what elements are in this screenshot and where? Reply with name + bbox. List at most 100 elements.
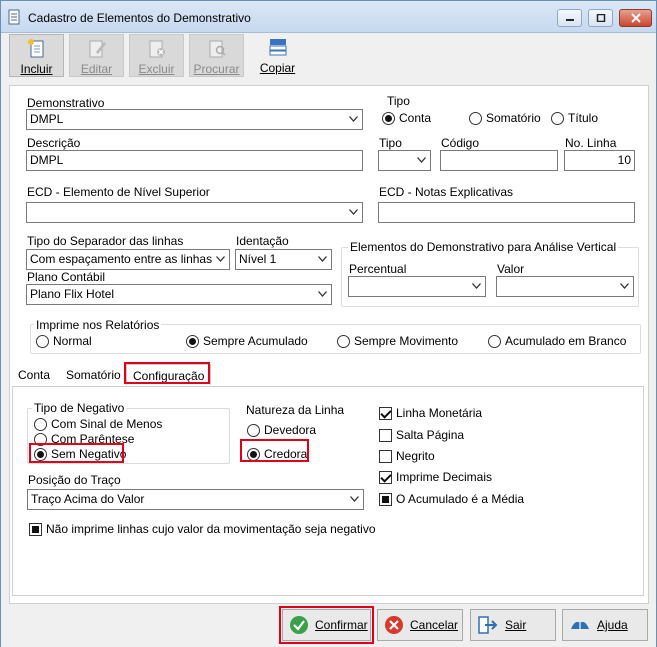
tipo-negativo-group: Tipo de Negativo Com Sinal de Menos Com … (27, 401, 230, 464)
descricao-value: DMPL (30, 153, 64, 167)
descricao-label: Descrição (27, 136, 81, 150)
posicao-traco-label: Posição do Traço (28, 473, 121, 487)
cancelar-button[interactable]: Cancelar (377, 609, 463, 641)
tipo-titulo-radio[interactable]: Título (551, 111, 598, 125)
check-imprime-decimais[interactable]: Imprime Decimais (379, 470, 492, 484)
radio-dot (34, 432, 47, 446)
minimize-button[interactable] (557, 9, 582, 27)
procurar-label: Procurar (193, 62, 240, 76)
incluir-button[interactable]: Incluir (9, 34, 64, 77)
tipo-somatorio-radio[interactable]: Somatório (469, 111, 541, 125)
separador-combo[interactable]: Com espaçamento entre as linhas (26, 249, 230, 270)
tab-conta-label: Conta (18, 368, 51, 382)
toolbar: Incluir Editar Excluir Procurar Copiar (5, 33, 653, 78)
radio-dot (36, 334, 49, 348)
natureza-credora-radio[interactable]: Credora (247, 447, 307, 461)
chevron-down-icon (620, 283, 629, 289)
bottom-button-bar: Confirmar Cancelar Sair Ajuda (1, 605, 656, 647)
tipo-somatorio-label: Somatório (486, 111, 541, 125)
document-icon (8, 9, 20, 25)
excluir-button[interactable]: Excluir (129, 34, 184, 77)
cancel-circle-icon (385, 616, 403, 634)
check-negrito[interactable]: Negrito (379, 449, 435, 463)
nolinha-input[interactable]: 10 (564, 150, 635, 171)
tipo-conta-label: Conta (399, 111, 432, 125)
demonstrativo-combo[interactable]: DMPL (26, 109, 363, 130)
checkbox-box (379, 406, 392, 420)
tipo-group-title: Tipo (387, 94, 410, 108)
imprime-sempre-movimento-radio[interactable]: Sempre Movimento (337, 334, 458, 348)
tab-somatorio[interactable]: Somatório (60, 364, 127, 385)
valor-combo[interactable] (496, 276, 634, 297)
close-icon (630, 13, 641, 23)
check-acumulado-media[interactable]: O Acumulado é a Média (379, 492, 524, 506)
codigo-input[interactable] (440, 150, 558, 171)
tab-somatorio-label: Somatório (66, 368, 121, 382)
confirmar-button[interactable]: Confirmar (282, 609, 371, 641)
chevron-down-icon (349, 209, 358, 215)
imprime-sempre-acumulado-label: Sempre Acumulado (203, 334, 308, 348)
copiar-label: Copiar (259, 61, 296, 75)
sair-button[interactable]: Sair (470, 609, 556, 641)
imprime-acumulado-branco-radio[interactable]: Acumulado em Branco (488, 334, 626, 348)
imprime-acumulado-branco-label: Acumulado em Branco (505, 334, 627, 348)
tipo2-combo[interactable] (378, 150, 431, 171)
natureza-devedora-radio[interactable]: Devedora (247, 423, 316, 437)
ecd-superior-combo[interactable] (26, 202, 363, 223)
natureza-title: Natureza da Linha (246, 403, 345, 417)
valor-label: Valor (497, 262, 525, 276)
posicao-traco-combo[interactable]: Traço Acima do Valor (27, 489, 364, 510)
identacao-combo[interactable]: Nível 1 (235, 249, 332, 270)
descricao-input[interactable]: DMPL (26, 150, 363, 171)
plano-value: Plano Flix Hotel (30, 287, 115, 301)
check-acumulado-media-label: O Acumulado é a Média (396, 492, 525, 506)
plano-combo[interactable]: Plano Flix Hotel (26, 284, 332, 305)
negativo-parentese-label: Com Parêntese (51, 432, 135, 446)
imprime-title: Imprime nos Relatórios (34, 318, 162, 332)
procurar-button[interactable]: Procurar (189, 34, 244, 77)
sair-label: Sair (505, 618, 527, 632)
close-button[interactable] (619, 9, 652, 27)
delete-icon (149, 40, 165, 58)
negativo-parentese-radio[interactable]: Com Parêntese (34, 432, 134, 446)
cancelar-label: Cancelar (410, 618, 459, 632)
search-document-icon (209, 40, 226, 58)
chevron-down-icon (318, 291, 327, 297)
nolinha-label: No. Linha (565, 136, 617, 150)
tab-conta[interactable]: Conta (12, 364, 56, 385)
percentual-combo[interactable] (348, 276, 486, 297)
check-nao-imprime-negativo[interactable]: Não imprime linhas cujo valor da movimen… (29, 522, 376, 536)
negativo-sem-negativo-label: Sem Negativo (51, 447, 127, 461)
negativo-sem-negativo-radio[interactable]: Sem Negativo (34, 447, 126, 461)
tab-configuracao-label: Configuração (133, 369, 205, 383)
editar-button[interactable]: Editar (69, 34, 124, 77)
imprime-normal-radio[interactable]: Normal (36, 334, 92, 348)
imprime-group: Imprime nos Relatórios Normal Sempre Acu… (30, 318, 641, 354)
negativo-sinal-menos-radio[interactable]: Com Sinal de Menos (34, 417, 162, 431)
chevron-down-icon (472, 283, 481, 289)
plano-label: Plano Contábil (27, 270, 106, 284)
ajuda-button[interactable]: Ajuda (562, 609, 648, 641)
check-linha-monetaria-label: Linha Monetária (396, 406, 483, 420)
check-imprime-decimais-label: Imprime Decimais (396, 470, 493, 484)
radio-dot (247, 447, 260, 461)
checkbox-box (29, 522, 42, 536)
natureza-devedora-label: Devedora (264, 423, 317, 437)
tipo-conta-radio[interactable]: Conta (382, 111, 431, 125)
check-linha-monetaria[interactable]: Linha Monetária (379, 406, 482, 420)
maximize-button[interactable] (588, 9, 613, 27)
copiar-button[interactable]: Copiar (250, 34, 305, 77)
ajuda-label: Ajuda (597, 618, 628, 632)
check-salta-pagina[interactable]: Salta Página (379, 428, 464, 442)
tab-configuracao[interactable]: Configuração (126, 364, 212, 385)
ecd-superior-label: ECD - Elemento de Nível Superior (27, 185, 210, 199)
editar-label: Editar (80, 62, 113, 76)
check-salta-pagina-label: Salta Página (396, 428, 465, 442)
dialog-window: Cadastro de Elementos do Demonstrativo I… (0, 0, 657, 647)
radio-dot (551, 111, 564, 125)
demonstrativo-label: Demonstrativo (27, 96, 105, 110)
demonstrativo-value: DMPL (30, 112, 64, 126)
copy-icon (269, 39, 286, 56)
ecd-notas-input[interactable] (378, 202, 635, 223)
imprime-sempre-acumulado-radio[interactable]: Sempre Acumulado (186, 334, 308, 348)
